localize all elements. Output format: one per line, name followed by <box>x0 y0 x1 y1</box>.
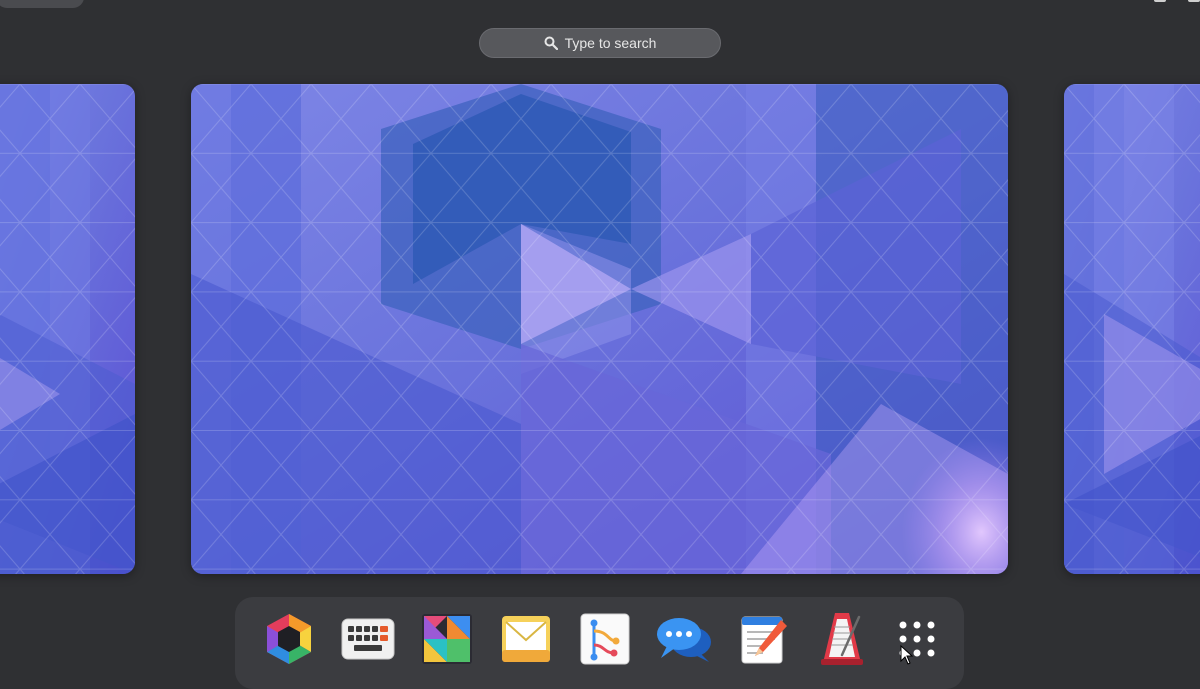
search-input[interactable]: Type to search <box>479 28 721 58</box>
app-keyboard[interactable] <box>340 611 396 667</box>
tangram-icon <box>421 613 473 665</box>
app-mail[interactable] <box>498 611 554 667</box>
git-branch-icon <box>580 613 630 665</box>
notepad-pencil-icon <box>737 612 789 666</box>
workspace-previous[interactable] <box>0 84 135 574</box>
power-icon[interactable] <box>1188 0 1200 2</box>
top-bar <box>0 0 1200 10</box>
app-tangram[interactable] <box>419 611 475 667</box>
activities-button[interactable] <box>0 0 84 8</box>
app-metronome[interactable] <box>814 611 870 667</box>
search-placeholder: Type to search <box>564 35 657 51</box>
workspace-next[interactable] <box>1064 84 1200 574</box>
envelope-icon <box>500 614 552 664</box>
workspace-current[interactable] <box>191 84 1008 574</box>
hexagon-rainbow-icon <box>262 612 316 666</box>
metronome-icon <box>817 611 867 667</box>
dock <box>235 597 964 689</box>
keyboard-icon <box>341 617 395 661</box>
network-icon[interactable] <box>1154 0 1166 2</box>
app-git-branches[interactable] <box>577 611 633 667</box>
system-tray[interactable] <box>1154 0 1200 4</box>
mouse-pointer-icon <box>900 644 914 670</box>
search-icon <box>544 36 558 50</box>
app-hexagon-colorful[interactable] <box>261 611 317 667</box>
app-chat[interactable] <box>656 611 712 667</box>
app-text-editor[interactable] <box>735 611 791 667</box>
app-grid[interactable] <box>889 611 945 667</box>
chat-bubbles-icon <box>655 614 713 664</box>
